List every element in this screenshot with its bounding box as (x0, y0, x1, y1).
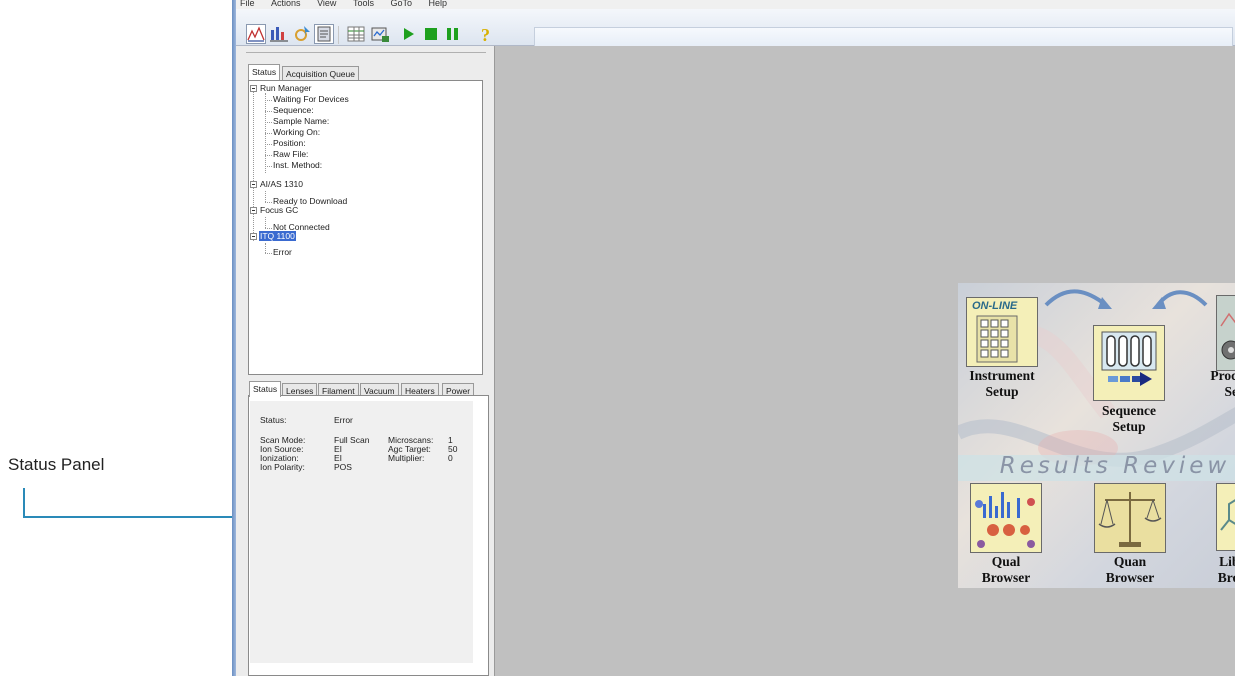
tree-ms-selected[interactable]: ITQ 1100 (259, 231, 296, 242)
instrument-setup-icon[interactable] (246, 24, 266, 44)
home-page-roadmap: ON-LINE Instrument Setup Sequence Setup … (958, 283, 1235, 588)
sequence-setup-label: Sequence Setup (1102, 403, 1156, 434)
status-panel: Status: Error Scan Mode: Ion Source: Ion… (250, 401, 473, 663)
menu-bar: File Actions View Tools GoTo Help (236, 0, 1235, 9)
processing-setup-label: ProcessingSetup (1210, 368, 1235, 399)
tree-item[interactable]: Raw File: (273, 149, 308, 160)
status-icon[interactable] (314, 24, 334, 44)
online-label: ON-LINE (972, 300, 1018, 312)
ion-polarity-label: Ion Polarity: (260, 462, 305, 472)
expander-gc[interactable] (250, 207, 257, 214)
tree-item[interactable]: Inst. Method: (273, 160, 322, 171)
tree-gc[interactable]: Focus GC (260, 205, 298, 216)
toolbar: ? (236, 9, 1235, 51)
library-browser-button[interactable] (1216, 483, 1235, 551)
status-value: Error (334, 415, 353, 425)
qual-browser-label: Qual Browser (981, 554, 1031, 585)
panel-divider (246, 52, 486, 53)
menu-actions[interactable]: Actions (271, 0, 301, 8)
quan-browser-button[interactable] (1094, 483, 1166, 553)
grid-icon[interactable] (346, 24, 366, 44)
start-icon[interactable] (399, 24, 419, 44)
menu-goto[interactable]: GoTo (390, 0, 412, 8)
multiplier-label: Multiplier: (388, 453, 425, 463)
results-review-title: Results Review (999, 453, 1231, 479)
instrument-setup-button[interactable]: ON-LINE (966, 297, 1038, 367)
gears-icon (1217, 296, 1235, 370)
tree-item[interactable]: Error (273, 247, 292, 258)
toolbar-separator (338, 26, 339, 44)
balance-scale-icon (1098, 492, 1162, 547)
menu-help[interactable]: Help (429, 0, 448, 8)
menu-view[interactable]: View (317, 0, 336, 8)
status-panel-callout-label: Status Panel (8, 455, 105, 474)
tree-item[interactable]: Sample Name: (273, 116, 329, 127)
sequence-setup-button[interactable] (1093, 325, 1165, 401)
expander-run-manager[interactable] (250, 85, 257, 92)
acquisition-icon[interactable] (370, 24, 390, 44)
status-tree: Run Manager Waiting For Devices Sequence… (248, 80, 483, 375)
xcalibur-window: File Actions View Tools GoTo Help ? Stat… (232, 0, 1235, 676)
tab-acquisition-queue[interactable]: Acquisition Queue (282, 66, 359, 80)
help-icon[interactable]: ? (476, 24, 496, 45)
instrument-setup-label: Instrument Setup (969, 368, 1035, 399)
test-tubes-icon (1101, 331, 1157, 386)
menu-tools[interactable]: Tools (353, 0, 374, 8)
svg-text:?: ? (481, 25, 490, 44)
quan-browser-label: Quan Browser (1105, 554, 1155, 585)
tab-status-bottom[interactable]: Status (249, 381, 282, 397)
ion-polarity-value: POS (334, 462, 352, 472)
multiplier-value: 0 (448, 453, 453, 463)
tree-run-manager[interactable]: Run Manager (260, 83, 312, 94)
qual-browser-button[interactable] (970, 483, 1042, 553)
callout-line-vertical (23, 488, 25, 518)
expander-autosampler[interactable] (250, 181, 257, 188)
calculator-icon (976, 315, 1018, 363)
main-workspace: ON-LINE Instrument Setup Sequence Setup … (494, 46, 1235, 676)
molecule-spectrum-icon (975, 492, 1035, 548)
pause-icon[interactable] (443, 24, 463, 44)
processing-setup-button[interactable] (1216, 295, 1235, 371)
tab-status[interactable]: Status (248, 64, 281, 80)
molecule-structure-icon (1220, 499, 1235, 531)
library-browser-label: LibraryBrowser (1217, 554, 1235, 585)
menu-file[interactable]: File (240, 0, 255, 8)
status-label: Status: (260, 415, 287, 425)
sequence-icon[interactable] (269, 24, 289, 44)
stop-icon[interactable] (421, 24, 441, 44)
expander-ms[interactable] (250, 233, 257, 240)
tree-item[interactable]: Working On: (273, 127, 320, 138)
tune-icon[interactable] (292, 24, 312, 44)
tree-autosampler[interactable]: AI/AS 1310 (260, 179, 303, 190)
tree-item[interactable]: Position: (273, 138, 306, 149)
info-view-panel: Status Acquisition Queue Run Manager Wai… (236, 46, 495, 676)
tree-item[interactable]: Sequence: (273, 105, 314, 116)
tree-item[interactable]: Waiting For Devices (273, 94, 349, 105)
